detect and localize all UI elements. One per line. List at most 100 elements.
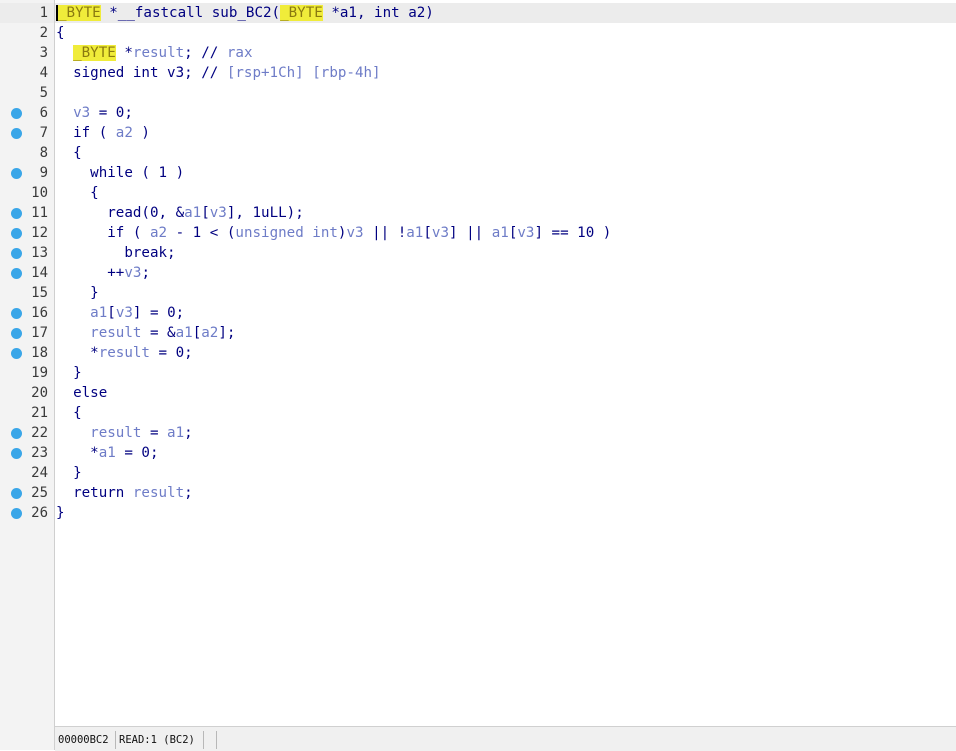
gutter-cell[interactable]: 17 bbox=[0, 323, 54, 343]
code-token[interactable]: ] = 0; bbox=[133, 305, 184, 321]
code-cell[interactable]: { bbox=[55, 403, 956, 423]
code-text[interactable]: break; bbox=[56, 243, 175, 263]
code-text[interactable]: while ( 1 ) bbox=[56, 163, 184, 183]
code-cell[interactable]: break; bbox=[55, 243, 956, 263]
code-token[interactable]: * bbox=[56, 345, 99, 361]
code-cell[interactable]: if ( a2 - 1 < (unsigned int)v3 || !a1[v3… bbox=[55, 223, 956, 243]
code-token[interactable]: ) bbox=[133, 125, 150, 141]
code-line-row[interactable]: 5 bbox=[0, 83, 956, 103]
code-token[interactable]: [ bbox=[193, 325, 202, 341]
breakpoint-dot-icon[interactable] bbox=[11, 248, 22, 259]
code-text[interactable]: a1[v3] = 0; bbox=[56, 303, 184, 323]
code-token[interactable]: = 0; bbox=[150, 345, 193, 361]
code-token[interactable]: a1 bbox=[406, 225, 423, 241]
code-token[interactable] bbox=[56, 305, 90, 321]
code-line-row[interactable]: 12 if ( a2 - 1 < (unsigned int)v3 || !a1… bbox=[0, 223, 956, 243]
code-text[interactable]: v3 = 0; bbox=[56, 103, 133, 123]
code-cell[interactable]: if ( a2 ) bbox=[55, 123, 956, 143]
code-token[interactable]: - 1 < ( bbox=[167, 225, 236, 241]
code-token[interactable]: v3 bbox=[517, 225, 534, 241]
code-token[interactable]: result bbox=[99, 345, 150, 361]
code-token[interactable]: result bbox=[90, 325, 141, 341]
code-line-row[interactable]: 17 result = &a1[a2]; bbox=[0, 323, 956, 343]
code-token[interactable]: break; bbox=[56, 245, 175, 261]
code-cell[interactable]: { bbox=[55, 143, 956, 163]
code-text[interactable]: return result; bbox=[56, 483, 193, 503]
code-cell[interactable]: } bbox=[55, 463, 956, 483]
code-text[interactable]: _BYTE *result; // rax bbox=[56, 43, 253, 63]
code-token[interactable]: a1 bbox=[176, 325, 193, 341]
gutter-cell[interactable]: 23 bbox=[0, 443, 54, 463]
highlighted-token[interactable]: _BYTE bbox=[56, 5, 101, 21]
code-line-row[interactable]: 16 a1[v3] = 0; bbox=[0, 303, 956, 323]
code-token[interactable]: [rsp+1Ch] [rbp-4h] bbox=[227, 65, 381, 81]
breakpoint-dot-icon[interactable] bbox=[11, 348, 22, 359]
gutter-cell[interactable]: 13 bbox=[0, 243, 54, 263]
code-text[interactable]: else bbox=[56, 383, 107, 403]
code-token[interactable]: { bbox=[56, 145, 82, 161]
code-line-row[interactable]: 14 ++v3; bbox=[0, 263, 956, 283]
gutter-cell[interactable]: 14 bbox=[0, 263, 54, 283]
code-token[interactable]: } bbox=[56, 465, 82, 481]
breakpoint-dot-icon[interactable] bbox=[11, 428, 22, 439]
code-token[interactable]: { bbox=[56, 25, 65, 41]
code-cell[interactable]: result = &a1[a2]; bbox=[55, 323, 956, 343]
code-token[interactable]: a1 bbox=[184, 205, 201, 221]
code-text[interactable]: } bbox=[56, 503, 65, 523]
code-token[interactable]: v3 bbox=[210, 205, 227, 221]
code-line-row[interactable]: 3 _BYTE *result; // rax bbox=[0, 43, 956, 63]
gutter-cell[interactable]: 3 bbox=[0, 43, 54, 63]
code-text[interactable]: if ( a2 - 1 < (unsigned int)v3 || !a1[v3… bbox=[56, 223, 611, 243]
gutter-cell[interactable]: 5 bbox=[0, 83, 54, 103]
code-line-row[interactable]: 26} bbox=[0, 503, 956, 523]
code-token[interactable]: result bbox=[90, 425, 141, 441]
code-text[interactable]: { bbox=[56, 23, 65, 43]
code-token[interactable]: v3 bbox=[124, 265, 141, 281]
gutter-cell[interactable]: 6 bbox=[0, 103, 54, 123]
code-line-row[interactable]: 18 *result = 0; bbox=[0, 343, 956, 363]
breakpoint-dot-icon[interactable] bbox=[11, 208, 22, 219]
code-token[interactable]: a1 bbox=[167, 425, 184, 441]
code-text[interactable]: result = &a1[a2]; bbox=[56, 323, 235, 343]
code-token[interactable]: a2 bbox=[150, 225, 167, 241]
code-token[interactable] bbox=[56, 425, 90, 441]
code-token[interactable]: ; bbox=[184, 485, 193, 501]
gutter-cell[interactable]: 25 bbox=[0, 483, 54, 503]
gutter-cell[interactable]: 16 bbox=[0, 303, 54, 323]
code-token[interactable]: while ( 1 ) bbox=[56, 165, 184, 181]
code-token[interactable]: v3 bbox=[346, 225, 363, 241]
breakpoint-dot-icon[interactable] bbox=[11, 108, 22, 119]
code-token[interactable]: * bbox=[116, 45, 133, 61]
gutter-cell[interactable]: 19 bbox=[0, 363, 54, 383]
code-token[interactable]: a2 bbox=[201, 325, 218, 341]
gutter-cell[interactable]: 22 bbox=[0, 423, 54, 443]
code-line-row[interactable]: 7 if ( a2 ) bbox=[0, 123, 956, 143]
code-line-row[interactable]: 19 } bbox=[0, 363, 956, 383]
code-cell[interactable]: } bbox=[55, 283, 956, 303]
code-token[interactable]: *__fastcall sub_BC2( bbox=[101, 5, 280, 21]
code-token[interactable]: else bbox=[56, 385, 107, 401]
breakpoint-dot-icon[interactable] bbox=[11, 308, 22, 319]
code-line-row[interactable]: 21 { bbox=[0, 403, 956, 423]
gutter-cell[interactable]: 4 bbox=[0, 63, 54, 83]
code-token[interactable]: if ( bbox=[56, 225, 150, 241]
breakpoint-dot-icon[interactable] bbox=[11, 488, 22, 499]
code-cell[interactable]: else bbox=[55, 383, 956, 403]
code-text[interactable]: { bbox=[56, 403, 82, 423]
code-token[interactable] bbox=[56, 325, 90, 341]
code-cell[interactable]: { bbox=[55, 183, 956, 203]
code-token[interactable] bbox=[56, 45, 73, 61]
code-text[interactable]: *result = 0; bbox=[56, 343, 193, 363]
gutter-cell[interactable]: 2 bbox=[0, 23, 54, 43]
highlighted-token[interactable]: _BYTE bbox=[280, 5, 323, 21]
code-cell[interactable]: *result = 0; bbox=[55, 343, 956, 363]
code-line-row[interactable]: 24 } bbox=[0, 463, 956, 483]
code-token[interactable]: signed int v3; // bbox=[56, 65, 227, 81]
code-token[interactable]: if ( bbox=[56, 125, 116, 141]
code-token[interactable]: unsigned int bbox=[235, 225, 338, 241]
breakpoint-dot-icon[interactable] bbox=[11, 128, 22, 139]
code-text[interactable]: result = a1; bbox=[56, 423, 193, 443]
code-token[interactable]: result bbox=[133, 45, 184, 61]
code-token[interactable]: ] == 10 ) bbox=[534, 225, 611, 241]
gutter-cell[interactable]: 21 bbox=[0, 403, 54, 423]
